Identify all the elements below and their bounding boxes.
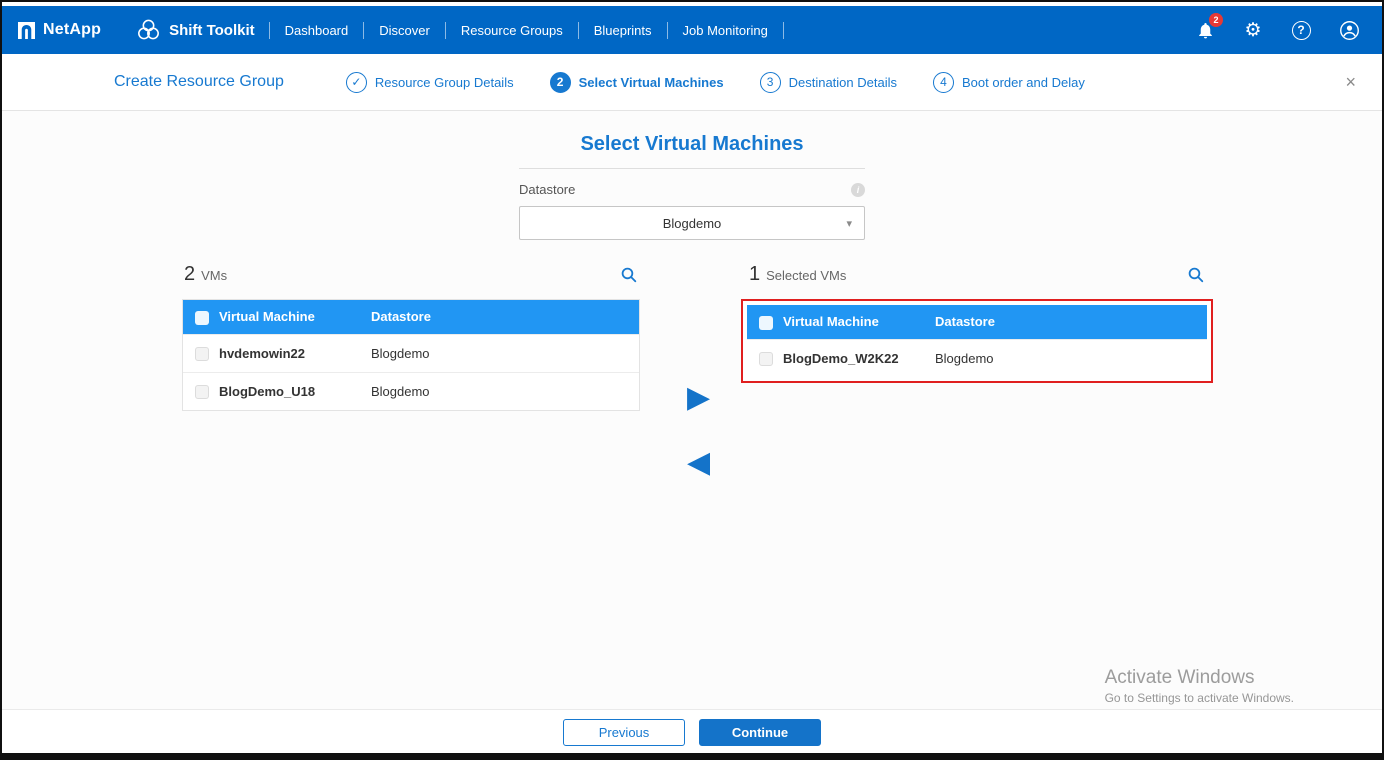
activate-windows-watermark: Activate Windows Go to Settings to activ… xyxy=(1105,667,1294,705)
vm-name-cell: BlogDemo_W2K22 xyxy=(783,339,935,377)
step-check-icon: ✓ xyxy=(346,72,367,93)
select-all-checkbox[interactable] xyxy=(759,316,773,330)
table-row[interactable]: hvdemowin22 Blogdemo xyxy=(183,334,639,372)
column-header-virtual-machine: Virtual Machine xyxy=(219,300,371,334)
selected-vms-table-highlighted: Virtual Machine Datastore BlogDemo_W2K22… xyxy=(741,299,1213,383)
available-vms-table: Virtual Machine Datastore hvdemowin22 Bl… xyxy=(182,299,640,411)
row-checkbox[interactable] xyxy=(195,385,209,399)
step-number: 2 xyxy=(550,72,571,93)
wizard-title: Create Resource Group xyxy=(114,73,284,91)
move-right-arrow-button[interactable]: ▶ xyxy=(687,383,710,413)
nav-dashboard[interactable]: Dashboard xyxy=(270,23,364,38)
netapp-brand: NetApp xyxy=(18,21,101,39)
step-label: Destination Details xyxy=(789,75,897,90)
app-title: Shift Toolkit xyxy=(169,22,255,39)
chevron-down-icon: ▾ xyxy=(846,217,852,230)
shift-toolkit-brand: Shift Toolkit xyxy=(135,17,255,44)
netapp-brand-text: NetApp xyxy=(43,21,101,39)
nav-divider xyxy=(783,22,784,39)
column-header-datastore: Datastore xyxy=(371,300,639,334)
table-header-row: Virtual Machine Datastore xyxy=(747,305,1207,339)
nav-discover[interactable]: Discover xyxy=(364,23,445,38)
navbar-actions: 2 ⚙ ? xyxy=(1194,19,1360,41)
column-header-datastore: Datastore xyxy=(935,305,1207,339)
netapp-logo-icon xyxy=(18,22,35,39)
close-icon[interactable]: × xyxy=(1345,73,1356,91)
datastore-label: Datastore xyxy=(519,182,575,197)
available-vms-count-label: VMs xyxy=(201,268,227,283)
available-vms-panel: 2 VMs Virtual Machine Datastore xyxy=(182,263,640,411)
table-header-row: Virtual Machine Datastore xyxy=(183,300,639,334)
table-row[interactable]: BlogDemo_U18 Blogdemo xyxy=(183,372,639,410)
selected-vms-panel: 1 Selected VMs Virtual Machine Datastore xyxy=(747,263,1207,383)
top-navbar: NetApp Shift Toolkit Dashboard Discover … xyxy=(2,6,1382,54)
column-header-virtual-machine: Virtual Machine xyxy=(783,305,935,339)
wizard-step-select-virtual-machines[interactable]: 2 Select Virtual Machines xyxy=(550,72,724,93)
datastore-cell: Blogdemo xyxy=(371,372,639,410)
datastore-cell: Blogdemo xyxy=(371,334,639,372)
selected-vms-count: 1 xyxy=(749,263,760,286)
info-icon[interactable]: i xyxy=(851,183,865,197)
account-user-icon[interactable] xyxy=(1338,19,1360,41)
step-number: 4 xyxy=(933,72,954,93)
continue-button[interactable]: Continue xyxy=(699,719,821,746)
settings-gear-icon[interactable]: ⚙ xyxy=(1242,19,1264,41)
previous-button[interactable]: Previous xyxy=(563,719,685,746)
select-all-checkbox[interactable] xyxy=(195,311,209,325)
wizard-step-destination-details[interactable]: 3 Destination Details xyxy=(760,72,897,93)
datastore-select[interactable]: Blogdemo ▾ xyxy=(519,206,865,240)
main-nav: Dashboard Discover Resource Groups Bluep… xyxy=(269,22,784,39)
gear-glyph: ⚙ xyxy=(1244,21,1261,40)
step-number: 3 xyxy=(760,72,781,93)
wizard-steps: ✓ Resource Group Details 2 Select Virtua… xyxy=(346,72,1085,93)
wizard-bar: Create Resource Group ✓ Resource Group D… xyxy=(2,54,1382,111)
selected-vms-count-label: Selected VMs xyxy=(766,268,846,283)
step-label: Select Virtual Machines xyxy=(579,75,724,90)
move-left-arrow-button[interactable]: ◀ xyxy=(687,448,710,478)
vm-name-cell: BlogDemo_U18 xyxy=(219,372,371,410)
search-icon[interactable] xyxy=(1187,266,1205,284)
row-checkbox[interactable] xyxy=(759,352,773,366)
row-checkbox[interactable] xyxy=(195,347,209,361)
watermark-line2: Go to Settings to activate Windows. xyxy=(1105,691,1294,705)
datastore-cell: Blogdemo xyxy=(935,339,1207,377)
notification-badge: 2 xyxy=(1209,13,1223,27)
datastore-selected-value: Blogdemo xyxy=(663,216,722,231)
available-vms-count: 2 xyxy=(184,263,195,286)
search-icon[interactable] xyxy=(620,266,638,284)
step-label: Boot order and Delay xyxy=(962,75,1085,90)
question-glyph: ? xyxy=(1292,21,1311,40)
wizard-step-resource-group-details[interactable]: ✓ Resource Group Details xyxy=(346,72,514,93)
nav-job-monitoring[interactable]: Job Monitoring xyxy=(668,23,783,38)
watermark-line1: Activate Windows xyxy=(1105,667,1294,689)
page-title: Select Virtual Machines xyxy=(2,111,1382,156)
nav-blueprints[interactable]: Blueprints xyxy=(579,23,667,38)
table-row[interactable]: BlogDemo_W2K22 Blogdemo xyxy=(747,339,1207,377)
wizard-footer: Previous Continue xyxy=(2,709,1382,755)
datastore-field-block: Datastore i Blogdemo ▾ xyxy=(519,168,865,240)
app-window: NetApp Shift Toolkit Dashboard Discover … xyxy=(0,0,1384,760)
help-icon[interactable]: ? xyxy=(1290,19,1312,41)
shift-toolkit-logo-icon xyxy=(135,17,162,44)
notifications-bell-icon[interactable]: 2 xyxy=(1194,19,1216,41)
main-content: Select Virtual Machines Datastore i Blog… xyxy=(2,111,1382,755)
step-label: Resource Group Details xyxy=(375,75,514,90)
wizard-step-boot-order-and-delay[interactable]: 4 Boot order and Delay xyxy=(933,72,1085,93)
nav-resource-groups[interactable]: Resource Groups xyxy=(446,23,578,38)
vm-name-cell: hvdemowin22 xyxy=(219,334,371,372)
